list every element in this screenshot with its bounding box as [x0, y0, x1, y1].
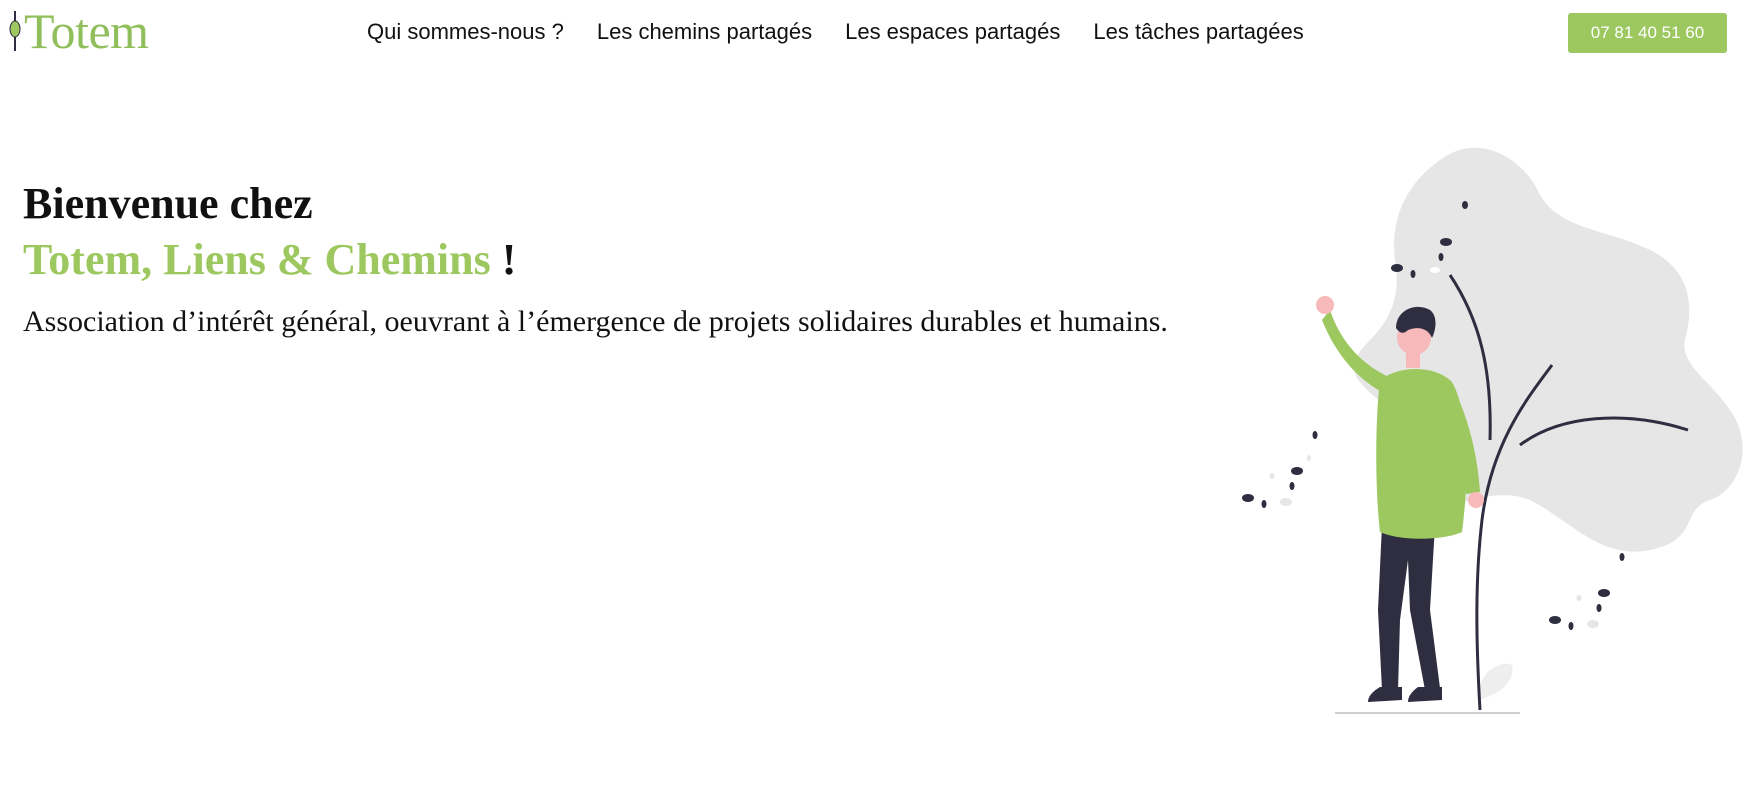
site-header: Totem Qui sommes-nous ? Les chemins part… — [0, 0, 1753, 64]
page: Totem Qui sommes-nous ? Les chemins part… — [0, 0, 1753, 793]
main-nav: Qui sommes-nous ? Les chemins partagés L… — [367, 16, 1337, 48]
logo-link[interactable]: Totem — [8, 6, 149, 56]
hero-title-accent: Totem, Liens & Chemins — [23, 235, 491, 284]
nav-item-espaces-partages[interactable]: Les espaces partagés — [845, 16, 1060, 48]
hero-title-line1: Bienvenue chez — [23, 179, 313, 228]
hero-subtitle: Association d’intérêt général, oeuvrant … — [23, 305, 1168, 338]
nav-item-taches-partagees[interactable]: Les tâches partagées — [1093, 16, 1303, 48]
nav-item-qui-sommes-nous[interactable]: Qui sommes-nous ? — [367, 16, 564, 48]
hero-title-punct: ! — [490, 235, 517, 284]
totem-logo-icon — [8, 9, 22, 53]
hero-title-line2: Totem, Liens & Chemins ! — [23, 232, 1168, 288]
person-waving-plant-illustration — [1230, 140, 1750, 720]
hero-section: Bienvenue chez Totem, Liens & Chemins ! … — [23, 176, 1168, 372]
logo-text: Totem — [24, 3, 149, 59]
phone-button[interactable]: 07 81 40 51 60 — [1568, 13, 1727, 53]
nav-item-chemins-partages[interactable]: Les chemins partagés — [597, 16, 812, 48]
